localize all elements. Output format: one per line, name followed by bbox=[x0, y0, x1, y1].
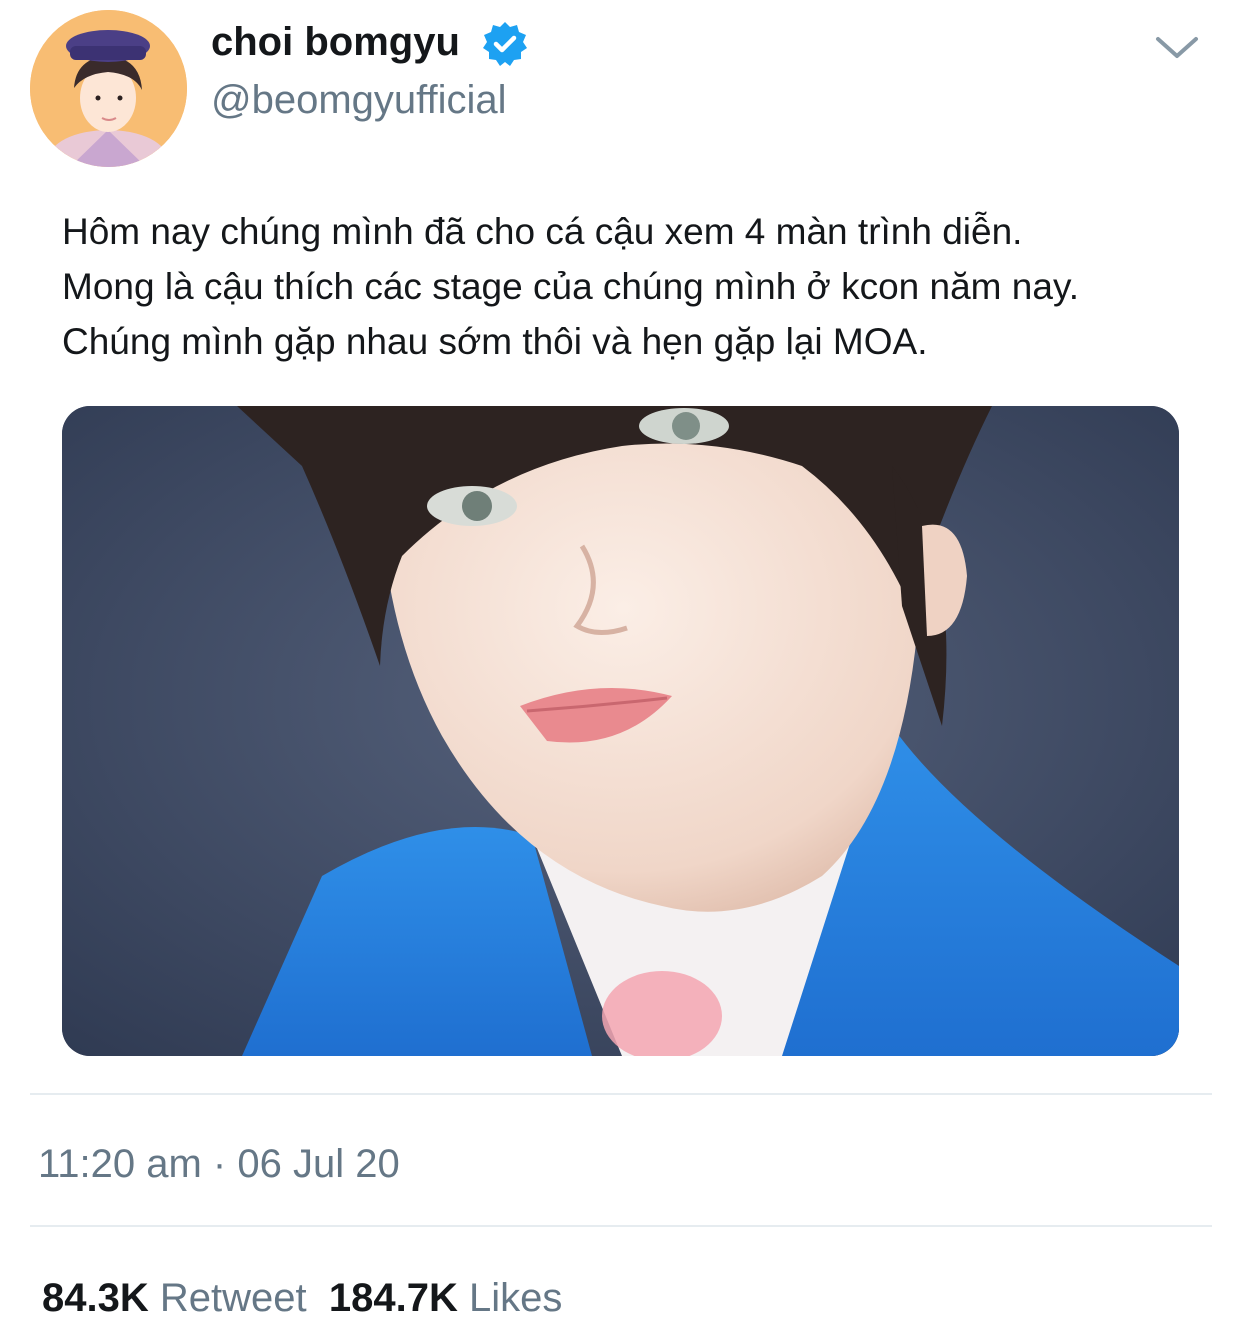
tweet-text-line: Hôm nay chúng mình đã cho cá cậu xem 4 m… bbox=[62, 211, 1023, 252]
user-handle[interactable]: @beomgyufficial bbox=[211, 76, 507, 124]
retweets-count: 84.3K bbox=[42, 1276, 149, 1320]
likes-stat[interactable]: 184.7K Likes bbox=[329, 1276, 563, 1320]
likes-label: Likes bbox=[468, 1276, 563, 1320]
tweet-stats: 84.3K Retweet 184.7K Likes bbox=[42, 1274, 562, 1322]
tweet-text-line: Chúng mình gặp nhau sớm thôi và hẹn gặp … bbox=[62, 321, 928, 362]
portrait-photo bbox=[62, 406, 1179, 1056]
tweet-text-line: Mong là cậu thích các stage của chúng mì… bbox=[62, 266, 1079, 307]
likes-count: 184.7K bbox=[328, 1276, 458, 1320]
display-name[interactable]: choi bomgyu bbox=[211, 18, 460, 66]
retweets-stat[interactable]: 84.3K Retweet bbox=[42, 1276, 307, 1320]
chevron-down-icon[interactable] bbox=[1152, 30, 1202, 64]
divider bbox=[30, 1225, 1212, 1227]
retweets-label: Retweet bbox=[159, 1276, 307, 1320]
avatar-image bbox=[30, 10, 187, 167]
tweet-text: Hôm nay chúng mình đã cho cá cậu xem 4 m… bbox=[62, 204, 1212, 369]
avatar[interactable] bbox=[30, 10, 187, 167]
tweet-card: choi bomgyu @beomgyufficial Hôm nay chún… bbox=[0, 0, 1242, 1341]
verified-badge-icon bbox=[483, 22, 527, 66]
tweet-timestamp[interactable]: 11:20 am · 06 Jul 20 bbox=[38, 1140, 400, 1188]
divider bbox=[30, 1093, 1212, 1095]
tweet-photo[interactable] bbox=[62, 406, 1179, 1056]
